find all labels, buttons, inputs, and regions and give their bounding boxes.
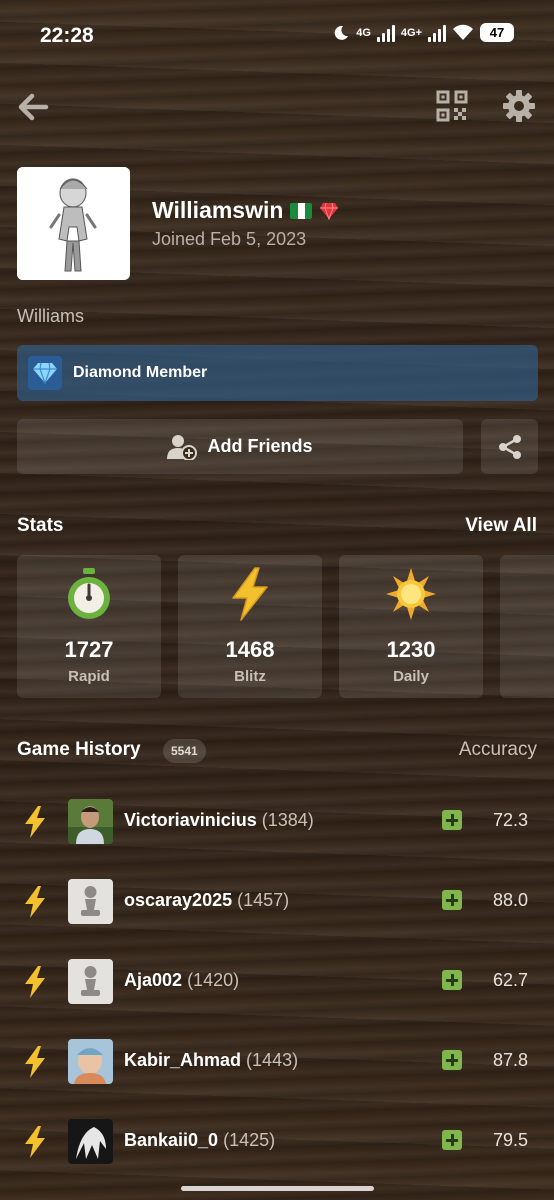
player-avatar[interactable] <box>68 799 113 844</box>
blitz-lightning-icon <box>25 1126 45 1158</box>
signal-icon-2 <box>428 24 446 42</box>
blitz-lightning-icon <box>25 886 45 918</box>
stat-rating: 1230 <box>386 637 436 662</box>
add-friends-label: Add Friends <box>207 436 313 456</box>
profile-avatar[interactable] <box>17 167 130 280</box>
game-row[interactable]: oscaray2025 (1457) 88.0 <box>0 876 554 956</box>
blitz-lightning-icon <box>25 966 45 998</box>
diamond-membership-banner[interactable]: Diamond Member <box>17 345 538 401</box>
accuracy-value: 62.7 <box>492 970 528 990</box>
stat-rating: 1468 <box>225 637 275 662</box>
stats-heading: Stats <box>17 515 64 536</box>
player-rating: (1420) <box>187 970 240 990</box>
add-friend-icon <box>167 434 198 460</box>
diamond-icon <box>28 356 62 390</box>
network-label-2: 4G+ <box>400 26 422 39</box>
top-navigation <box>0 86 554 126</box>
home-indicator[interactable] <box>181 1186 374 1191</box>
share-button[interactable] <box>481 419 538 474</box>
game-count-badge: 5541 <box>163 739 206 763</box>
qr-code-icon[interactable] <box>436 90 468 122</box>
accuracy-column-label: Accuracy <box>458 739 537 760</box>
player-avatar-default-pawn[interactable] <box>68 879 113 924</box>
add-friends-button[interactable]: Add Friends <box>17 419 463 474</box>
player-rating: (1425) <box>223 1130 276 1150</box>
sun-icon <box>386 568 436 620</box>
player-rating: (1457) <box>237 890 290 910</box>
win-result-icon <box>442 1130 462 1150</box>
blitz-lightning-icon <box>25 806 45 838</box>
player-name[interactable]: Victoriavinicius (1384) <box>124 810 314 831</box>
player-rating: (1443) <box>246 1050 299 1070</box>
diamond-badge-icon[interactable] <box>319 202 339 220</box>
win-result-icon <box>442 1050 462 1070</box>
game-row[interactable]: Victoriavinicius (1384) 72.3 <box>0 796 554 876</box>
accuracy-value: 72.3 <box>492 810 528 830</box>
player-name[interactable]: Kabir_Ahmad (1443) <box>124 1050 298 1071</box>
player-name[interactable]: oscaray2025 (1457) <box>124 890 289 911</box>
player-avatar[interactable] <box>68 1119 113 1164</box>
gear-icon[interactable] <box>502 89 536 123</box>
accuracy-value: 87.8 <box>492 1050 528 1070</box>
player-name[interactable]: Aja002 (1420) <box>124 970 239 991</box>
game-history-heading: Game History <box>17 739 141 760</box>
signal-icon <box>376 24 395 42</box>
blitz-lightning-icon <box>25 1046 45 1078</box>
stat-type: Daily <box>393 668 429 685</box>
moon-icon <box>334 25 349 40</box>
status-bar: 22:28 4G 4G+ 47 <box>0 0 554 70</box>
real-name: Williams <box>17 306 84 326</box>
player-name[interactable]: Bankaii0_0 (1425) <box>124 1130 275 1151</box>
stat-type: Rapid <box>68 668 110 685</box>
win-result-icon <box>442 890 462 910</box>
win-result-icon <box>442 810 462 830</box>
network-label-1: 4G <box>356 26 371 39</box>
battery-icon: 47 <box>480 23 514 42</box>
username-row: Williamswin <box>152 197 339 224</box>
lightning-icon <box>232 567 268 621</box>
share-icon <box>498 434 521 459</box>
wifi-icon <box>453 24 473 40</box>
stat-card-blitz[interactable]: 1468 Blitz <box>178 555 322 698</box>
username: Williamswin <box>152 197 284 223</box>
game-row[interactable]: Aja002 (1420) 62.7 <box>0 956 554 1036</box>
win-result-icon <box>442 970 462 990</box>
stats-carousel[interactable]: 1727 Rapid 1468 Blitz 1230 Daily 1 <box>17 555 554 698</box>
player-rating: (1384) <box>261 810 314 830</box>
stat-rating: 1727 <box>64 637 114 662</box>
stat-card-rapid[interactable]: 1727 Rapid <box>17 555 161 698</box>
game-row[interactable]: Kabir_Ahmad (1443) 87.8 <box>0 1036 554 1116</box>
status-time: 22:28 <box>40 24 94 47</box>
stat-card-partial[interactable]: 1 <box>500 555 554 698</box>
membership-label: Diamond Member <box>73 364 208 381</box>
accuracy-value: 88.0 <box>492 890 528 910</box>
joined-date: Joined Feb 5, 2023 <box>152 229 307 249</box>
back-arrow-icon[interactable] <box>16 90 50 124</box>
nigeria-flag-icon <box>290 202 313 219</box>
game-row[interactable]: Bankaii0_0 (1425) 79.5 <box>0 1116 554 1196</box>
stat-type: Blitz <box>234 668 266 685</box>
accuracy-value: 79.5 <box>492 1130 528 1150</box>
status-icons: 4G 4G+ 47 <box>332 23 514 42</box>
view-all-link[interactable]: View All <box>465 515 537 537</box>
puzzle-icon <box>547 567 554 621</box>
stat-card-daily[interactable]: 1230 Daily <box>339 555 483 698</box>
anime-avatar-image <box>17 167 130 280</box>
stopwatch-icon <box>68 568 110 619</box>
player-avatar[interactable] <box>68 1039 113 1084</box>
player-avatar-default-pawn[interactable] <box>68 959 113 1004</box>
